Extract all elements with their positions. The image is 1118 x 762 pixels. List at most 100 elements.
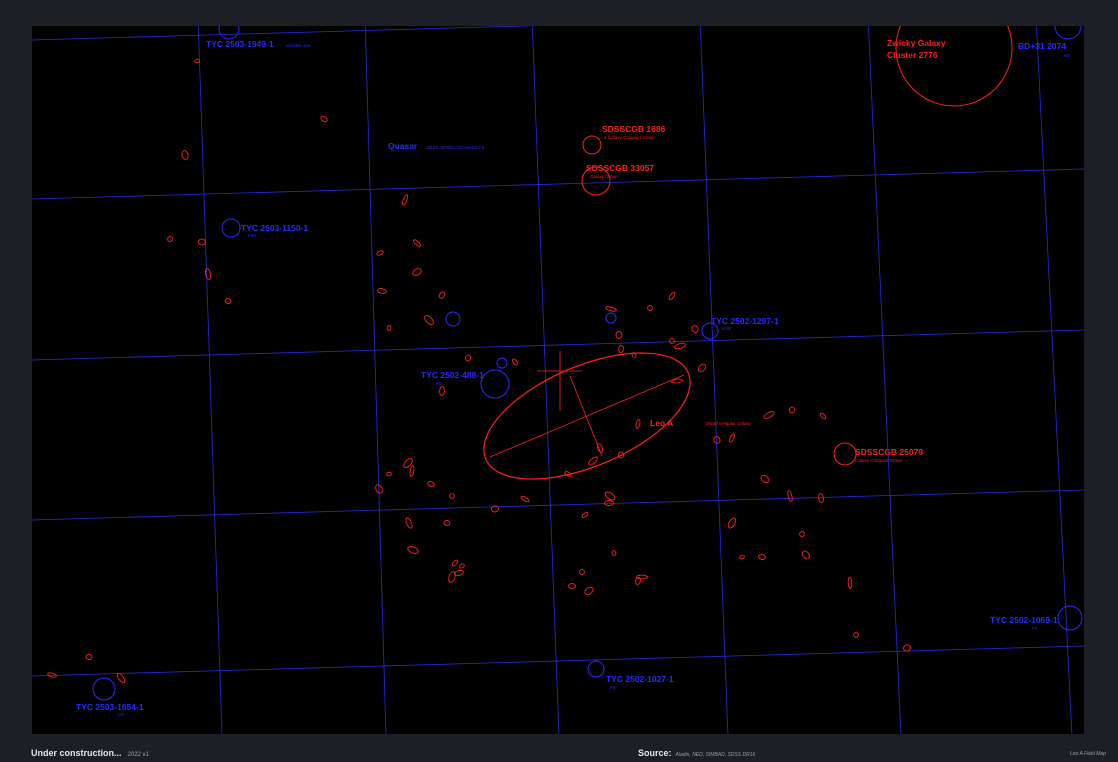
- field-galaxy-ellipse: [194, 58, 200, 64]
- sdss33057-label: SDSSCGB 33057: [586, 163, 654, 173]
- field-galaxy-ellipse: [564, 471, 572, 477]
- field-galaxy-ellipse: [409, 465, 415, 477]
- field-galaxy-ellipse: [181, 150, 189, 160]
- field-galaxy-ellipse: [605, 306, 617, 312]
- credit-text: Leo A Field Map: [1069, 751, 1106, 757]
- tyc1949-label: TYC 2503-1949-1: [206, 39, 274, 49]
- field-galaxy-ellipse: [568, 583, 576, 589]
- sdss25079-sub: Galaxy Compact Group: [855, 458, 903, 463]
- sdss25079-circle[interactable]: [833, 442, 857, 466]
- bd2074-label: BD+31 2074: [1018, 41, 1066, 51]
- field-galaxy-ellipse: [647, 305, 653, 311]
- field-galaxy-ellipse: [691, 325, 699, 333]
- quasar-sub: SDSS J095913.02+304313.6: [426, 145, 485, 150]
- dec-line-4: [32, 489, 1084, 521]
- field-galaxy-ellipse: [198, 238, 206, 246]
- field-galaxy-ellipse: [47, 672, 57, 678]
- field-galaxy-ellipse: [611, 550, 617, 556]
- field-galaxy-ellipse: [581, 511, 589, 519]
- tyc488-circle[interactable]: [480, 369, 510, 399]
- field-galaxy-ellipse: [760, 474, 770, 484]
- tyc1297-label: TYC 2502-1297-1: [711, 316, 779, 326]
- tyc1654-circle[interactable]: [92, 677, 116, 701]
- field-galaxy-ellipse: [668, 291, 676, 301]
- field-galaxy-ellipse: [636, 574, 648, 580]
- field-galaxy-ellipse: [448, 571, 456, 583]
- field-galaxy-ellipse: [799, 531, 805, 537]
- field-galaxy-ellipse: [424, 315, 434, 325]
- leo-a-major-axis: [489, 374, 685, 458]
- status-text: Under construction... 2022 v1: [31, 748, 149, 758]
- field-galaxy-ellipse: [727, 517, 737, 529]
- field-galaxy-ellipse: [669, 338, 675, 344]
- field-galaxy-ellipse: [204, 268, 212, 280]
- sdss25079-label: SDSSCGB 25079: [855, 447, 923, 457]
- version-text: 2022 v1: [127, 752, 149, 758]
- dec-line-3: [32, 329, 1084, 361]
- tyc1069-circle[interactable]: [1057, 605, 1083, 631]
- field-galaxy-ellipse: [588, 456, 598, 466]
- field-galaxy-ellipse: [116, 672, 126, 684]
- field-galaxy-ellipse: [819, 412, 827, 420]
- field-galaxy-ellipse: [224, 297, 232, 305]
- field-galaxy-ellipse: [85, 654, 93, 660]
- ra-line-4: [699, 26, 729, 734]
- field-galaxy-ellipse: [618, 345, 624, 353]
- tyc1654-label: TYC 2503-1654-1: [76, 702, 144, 712]
- field-galaxy-ellipse: [403, 457, 413, 469]
- quasar-label: Quasar: [388, 141, 418, 151]
- leo-a-galaxy[interactable]: [466, 327, 708, 505]
- field-galaxy-ellipse: [464, 354, 472, 362]
- tyc1949-sub: variable star: [286, 43, 311, 48]
- sky-chart[interactable]: Leo A Dwarf Irregular Galaxy Zwicky Gala…: [32, 26, 1084, 734]
- bd2074-circle[interactable]: [1054, 26, 1082, 40]
- sdss33057-sub: Galaxy Group: [590, 174, 618, 179]
- tyc1069-label: TYC 2502-1069-1: [990, 615, 1058, 625]
- field-galaxy-ellipse: [579, 569, 585, 575]
- tyc488-label: TYC 2502-488-1: [421, 370, 484, 380]
- field-galaxy-ellipse: [818, 493, 824, 503]
- field-galaxy-ellipse: [386, 471, 392, 477]
- field-galaxy-ellipse: [635, 419, 641, 429]
- field-galaxy-ellipse: [412, 239, 422, 247]
- field-galaxy-ellipse: [729, 433, 735, 443]
- coordinate-grid: [32, 26, 1084, 734]
- field-galaxy-ellipse: [376, 250, 384, 256]
- field-galaxy-ellipse: [438, 291, 446, 299]
- field-galaxy-ellipse: [443, 520, 451, 526]
- tyc1027-circle[interactable]: [587, 660, 605, 678]
- tyc1150-label: TYC 2503-1150-1: [241, 223, 308, 233]
- field-galaxy-ellipse: [853, 632, 859, 638]
- field-galaxy-ellipse: [412, 268, 422, 276]
- star-circle: [496, 357, 508, 369]
- bd2074-sub: K0: [1064, 53, 1070, 58]
- footer: Under construction... 2022 v1 Source: Alad…: [0, 746, 1118, 762]
- minor-stars: [445, 311, 617, 369]
- zwicky-label-2: Cluster 2776: [887, 50, 938, 60]
- source-line: Source: Aladin, NED, SIMBAD, SDSS DR16: [638, 748, 755, 758]
- tyc1150-sub: F4V: [248, 233, 257, 238]
- tyc1027-sub: F8: [610, 685, 616, 690]
- field-galaxy-ellipse: [847, 577, 853, 589]
- field-galaxy-ellipse: [697, 363, 707, 373]
- source-refs: Aladin, NED, SIMBAD, SDSS DR16: [675, 752, 756, 758]
- tyc488-sub: K0: [436, 381, 442, 386]
- sdss1686-sub: 4 Galaxy Compact Group: [604, 135, 655, 140]
- status-label: Under construction...: [31, 748, 122, 758]
- star-circle: [445, 311, 461, 327]
- field-galaxy-ellipse: [320, 115, 328, 123]
- ra-line-5: [868, 26, 902, 734]
- ra-line-6: [1036, 26, 1073, 734]
- star-circle: [605, 312, 617, 324]
- ra-line-1: [197, 26, 223, 734]
- tyc1150-circle[interactable]: [221, 218, 241, 238]
- sdss1686-circle[interactable]: [582, 135, 602, 155]
- field-galaxy-ellipse: [449, 493, 455, 499]
- sdss1686-label: SDSSCGB 1686: [602, 124, 666, 134]
- field-galaxy-ellipse: [405, 517, 413, 529]
- field-galaxy-ellipse: [167, 236, 173, 242]
- field-galaxy-ellipse: [604, 491, 616, 501]
- field-galaxy-ellipse: [801, 550, 811, 560]
- tyc1069-sub: F5: [1032, 626, 1038, 631]
- tyc1949-circle[interactable]: [218, 26, 240, 40]
